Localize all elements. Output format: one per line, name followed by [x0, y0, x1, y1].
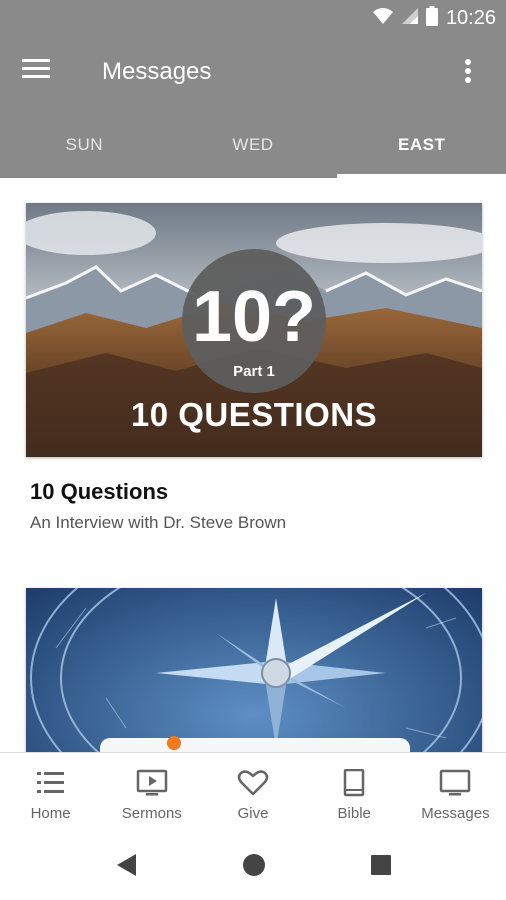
tab-bar: SUN WED EAST [0, 112, 506, 178]
badge-big-text: 10? [191, 277, 317, 357]
nav-label-home: Home [30, 805, 71, 822]
badge-small-text: Part 1 [233, 363, 275, 380]
battery-icon [425, 5, 438, 31]
message-card[interactable]: 10? Part 1 10 QUESTIONS 10 Questions An … [26, 203, 482, 533]
list-icon [35, 769, 67, 797]
home-circle-icon[interactable] [242, 852, 266, 883]
nav-bible[interactable]: Bible [304, 753, 405, 833]
message-card[interactable] [26, 588, 482, 752]
app-bar: Messages [0, 36, 506, 112]
monitor-icon [439, 769, 471, 797]
message-thumbnail[interactable] [26, 588, 482, 752]
signal-icon [401, 7, 418, 30]
nav-label-messages: Messages [421, 805, 490, 822]
nav-label-sermons: Sermons [121, 805, 182, 822]
wifi-icon [372, 7, 394, 30]
back-icon[interactable] [114, 852, 138, 883]
more-vert-icon[interactable] [464, 58, 488, 90]
image-overlay-title: 10 QUESTIONS [130, 396, 378, 433]
system-navigation-bar [0, 832, 506, 900]
book-icon [338, 768, 370, 797]
recents-square-icon[interactable] [369, 852, 393, 883]
tab-sun[interactable]: SUN [0, 112, 169, 178]
message-title: 10 Questions [30, 479, 169, 504]
bottom-navigation: Home Sermons Give Bible Messages [0, 752, 506, 833]
tab-wed[interactable]: WED [169, 112, 338, 178]
nav-label-bible: Bible [337, 805, 371, 822]
play-screen-icon [136, 769, 168, 797]
status-icons: 10:26 [372, 5, 496, 31]
message-thumbnail[interactable]: 10? Part 1 10 QUESTIONS [26, 203, 482, 457]
heart-icon [237, 769, 269, 797]
page-title: Messages [102, 58, 212, 85]
status-time: 10:26 [445, 6, 496, 29]
nav-label-give: Give [237, 805, 269, 822]
nav-messages[interactable]: Messages [405, 753, 506, 833]
message-subtitle: An Interview with Dr. Steve Brown [30, 513, 287, 532]
nav-give[interactable]: Give [202, 753, 303, 833]
nav-home[interactable]: Home [0, 753, 101, 833]
hamburger-menu-icon[interactable] [22, 58, 58, 90]
status-bar: 10:26 [0, 0, 506, 36]
tab-east[interactable]: EAST [337, 112, 506, 178]
nav-sermons[interactable]: Sermons [101, 753, 202, 833]
message-list: 10? Part 1 10 QUESTIONS 10 Questions An … [0, 178, 506, 752]
